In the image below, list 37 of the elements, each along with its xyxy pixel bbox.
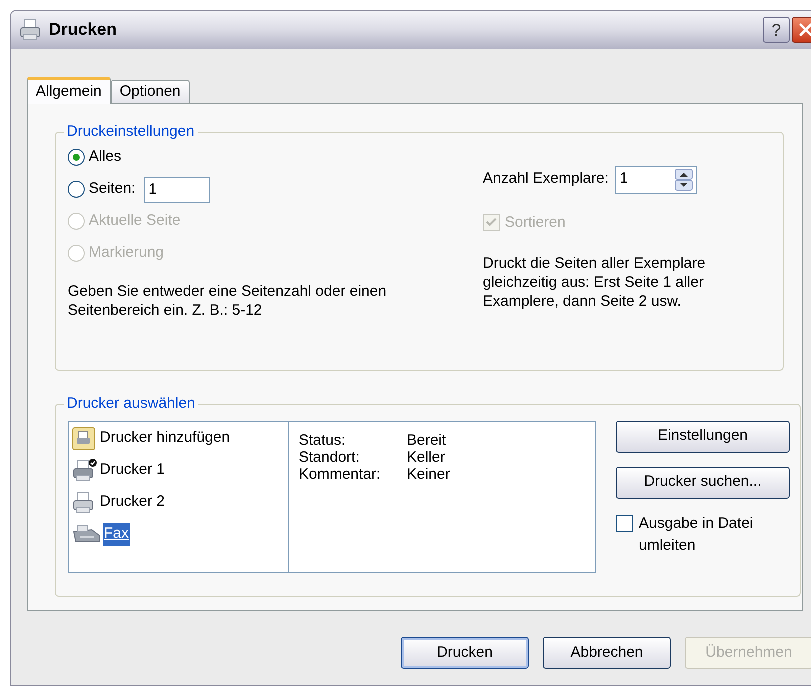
pages-field[interactable]: 1 <box>144 176 210 202</box>
printer-item[interactable]: Drucker 1 <box>99 459 166 482</box>
radio-button[interactable] <box>68 149 85 166</box>
dialog-button[interactable]: Drucken <box>401 637 529 669</box>
detail-value: Bereit <box>407 432 446 448</box>
printer-item[interactable]: Drucker 2 <box>99 491 166 514</box>
detail-value: Keller <box>407 448 446 466</box>
collate-label: Sortieren <box>505 212 566 232</box>
radio-label: Seiten: <box>89 179 136 200</box>
radio-label: Aktuelle Seite <box>89 211 181 232</box>
close-button[interactable] <box>792 17 811 43</box>
radio-label: Markierung <box>89 243 164 264</box>
copies-label: Anzahl Exemplare: <box>483 169 609 190</box>
detail-label: Standort: <box>299 448 361 466</box>
detail-label: Kommentar: <box>299 466 382 482</box>
tab[interactable]: Optionen <box>110 80 190 104</box>
to-file-label: Ausgabe in Datei umleiten <box>639 514 754 556</box>
group-title: Druckeinstellungen <box>66 122 196 142</box>
pages-hint: Geben Sie entweder eine Seitenzahl oder einen Seitenbereich ein. Z. B.: 5-12 <box>68 282 388 320</box>
checkbox[interactable] <box>616 514 633 532</box>
tab[interactable]: Allgemein <box>27 77 111 104</box>
help-button[interactable]: ? <box>763 17 790 43</box>
printer-item[interactable]: Drucker hinzufügen <box>99 427 232 450</box>
printer-item[interactable]: Fax <box>103 523 130 546</box>
radio-button[interactable] <box>68 181 85 198</box>
dialog-button[interactable]: Abbrechen <box>543 637 671 669</box>
detail-label: Status: <box>299 432 347 448</box>
spin-arrows-icon[interactable] <box>674 168 693 190</box>
detail-value: Keiner <box>407 466 450 482</box>
check-icon <box>486 217 497 228</box>
window-title: Drucken <box>49 19 118 42</box>
radio-label: Alles <box>89 147 122 168</box>
copies-spinner[interactable]: 1 <box>614 166 697 194</box>
printer-button[interactable]: Drucker suchen... <box>616 466 790 498</box>
printer-button[interactable]: Einstellungen <box>616 420 790 452</box>
group-title: Drucker auswählen <box>66 394 196 414</box>
collate-hint: Druckt die Seiten aller Exemplare gleichzeitig aus: Erst Seite 1 aller Examplere, dann Seite 2 usw. <box>483 254 707 311</box>
